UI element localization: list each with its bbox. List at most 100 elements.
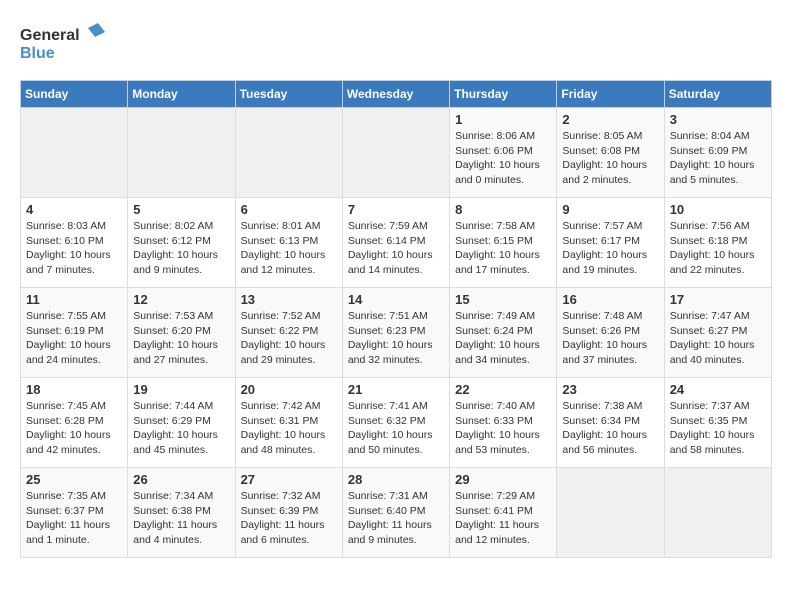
calendar-cell: 9 Sunrise: 7:57 AM Sunset: 6:17 PM Daylig… [557,198,664,288]
day-number: 13 [241,292,337,307]
header-day-saturday: Saturday [664,81,771,108]
calendar-week-3: 11Sunrise: 7:55 AM Sunset: 6:19 PM Dayli… [21,288,772,378]
calendar-cell: 29 Sunrise: 7:29 AM Sunset: 6:41 PM Dayli… [450,468,557,558]
day-info: Sunrise: 7:42 AM Sunset: 6:31 PM Dayligh… [241,399,337,458]
day-number: 8 [455,202,551,217]
calendar-cell: 8 Sunrise: 7:58 AM Sunset: 6:15 PM Daylig… [450,198,557,288]
day-number: 18 [26,382,122,397]
calendar-table: SundayMondayTuesdayWednesdayThursdayFrid… [20,80,772,558]
header-day-tuesday: Tuesday [235,81,342,108]
calendar-cell: 7 Sunrise: 7:59 AM Sunset: 6:14 PM Daylig… [342,198,449,288]
calendar-cell: 28 Sunrise: 7:31 AM Sunset: 6:40 PM Dayli… [342,468,449,558]
day-number: 9 [562,202,658,217]
calendar-cell: 24 Sunrise: 7:37 AM Sunset: 6:35 PM Dayli… [664,378,771,468]
header-day-sunday: Sunday [21,81,128,108]
day-info: Sunrise: 8:06 AM Sunset: 6:06 PM Dayligh… [455,129,551,188]
calendar-week-5: 25Sunrise: 7:35 AM Sunset: 6:37 PM Dayli… [21,468,772,558]
day-number: 14 [348,292,444,307]
calendar-header: SundayMondayTuesdayWednesdayThursdayFrid… [21,81,772,108]
calendar-cell: 20 Sunrise: 7:42 AM Sunset: 6:31 PM Dayli… [235,378,342,468]
day-number: 24 [670,382,766,397]
logo-icon: General Blue [20,20,110,65]
day-number: 7 [348,202,444,217]
day-info: Sunrise: 7:34 AM Sunset: 6:38 PM Dayligh… [133,489,229,548]
calendar-week-4: 18 Sunrise: 7:45 AM Sunset: 6:28 PM Dayli… [21,378,772,468]
day-info: Sunrise: 7:48 AM Sunset: 6:26 PM Dayligh… [562,309,658,368]
day-number: 10 [670,202,766,217]
day-number: 16 [562,292,658,307]
day-number: 1 [455,112,551,127]
day-number: 27 [241,472,337,487]
day-info: Sunrise: 7:45 AM Sunset: 6:28 PM Dayligh… [26,399,122,458]
day-info: Sunrise: 8:05 AM Sunset: 6:08 PM Dayligh… [562,129,658,188]
calendar-cell: 5 Sunrise: 8:02 AM Sunset: 6:12 PM Daylig… [128,198,235,288]
day-info: Sunrise: 7:37 AM Sunset: 6:35 PM Dayligh… [670,399,766,458]
calendar-week-2: 4 Sunrise: 8:03 AM Sunset: 6:10 PM Daylig… [21,198,772,288]
calendar-cell: 1 Sunrise: 8:06 AM Sunset: 6:06 PM Daylig… [450,108,557,198]
calendar-cell: 21Sunrise: 7:41 AM Sunset: 6:32 PM Dayli… [342,378,449,468]
day-number: 22 [455,382,551,397]
day-number: 15 [455,292,551,307]
day-info: Sunrise: 8:02 AM Sunset: 6:12 PM Dayligh… [133,219,229,278]
calendar-cell: 13 Sunrise: 7:52 AM Sunset: 6:22 PM Dayli… [235,288,342,378]
day-info: Sunrise: 7:57 AM Sunset: 6:17 PM Dayligh… [562,219,658,278]
day-info: Sunrise: 8:04 AM Sunset: 6:09 PM Dayligh… [670,129,766,188]
day-info: Sunrise: 7:29 AM Sunset: 6:41 PM Dayligh… [455,489,551,548]
day-info: Sunrise: 7:38 AM Sunset: 6:34 PM Dayligh… [562,399,658,458]
day-number: 6 [241,202,337,217]
day-number: 26 [133,472,229,487]
calendar-cell: 23Sunrise: 7:38 AM Sunset: 6:34 PM Dayli… [557,378,664,468]
calendar-cell [235,108,342,198]
calendar-cell [557,468,664,558]
calendar-cell: 3 Sunrise: 8:04 AM Sunset: 6:09 PM Daylig… [664,108,771,198]
day-number: 29 [455,472,551,487]
calendar-body: 1 Sunrise: 8:06 AM Sunset: 6:06 PM Daylig… [21,108,772,558]
day-info: Sunrise: 7:56 AM Sunset: 6:18 PM Dayligh… [670,219,766,278]
calendar-cell [342,108,449,198]
day-number: 12 [133,292,229,307]
day-info: Sunrise: 7:59 AM Sunset: 6:14 PM Dayligh… [348,219,444,278]
day-info: Sunrise: 7:52 AM Sunset: 6:22 PM Dayligh… [241,309,337,368]
day-info: Sunrise: 7:47 AM Sunset: 6:27 PM Dayligh… [670,309,766,368]
day-info: Sunrise: 8:03 AM Sunset: 6:10 PM Dayligh… [26,219,122,278]
calendar-cell: 4 Sunrise: 8:03 AM Sunset: 6:10 PM Daylig… [21,198,128,288]
calendar-cell: 22 Sunrise: 7:40 AM Sunset: 6:33 PM Dayli… [450,378,557,468]
calendar-cell: 12 Sunrise: 7:53 AM Sunset: 6:20 PM Dayli… [128,288,235,378]
header-day-monday: Monday [128,81,235,108]
day-number: 11 [26,292,122,307]
calendar-week-1: 1 Sunrise: 8:06 AM Sunset: 6:06 PM Daylig… [21,108,772,198]
day-number: 25 [26,472,122,487]
calendar-cell [21,108,128,198]
calendar-cell: 16 Sunrise: 7:48 AM Sunset: 6:26 PM Dayli… [557,288,664,378]
calendar-cell: 6Sunrise: 8:01 AM Sunset: 6:13 PM Daylig… [235,198,342,288]
day-info: Sunrise: 7:31 AM Sunset: 6:40 PM Dayligh… [348,489,444,548]
logo-content: General Blue [20,20,110,70]
calendar-cell: 14 Sunrise: 7:51 AM Sunset: 6:23 PM Dayli… [342,288,449,378]
header: General Blue [20,20,772,70]
day-info: Sunrise: 7:40 AM Sunset: 6:33 PM Dayligh… [455,399,551,458]
day-number: 19 [133,382,229,397]
calendar-cell: 17 Sunrise: 7:47 AM Sunset: 6:27 PM Dayli… [664,288,771,378]
calendar-cell: 15Sunrise: 7:49 AM Sunset: 6:24 PM Dayli… [450,288,557,378]
calendar-cell: 2 Sunrise: 8:05 AM Sunset: 6:08 PM Daylig… [557,108,664,198]
day-info: Sunrise: 7:58 AM Sunset: 6:15 PM Dayligh… [455,219,551,278]
svg-text:General: General [20,27,80,44]
header-day-thursday: Thursday [450,81,557,108]
day-info: Sunrise: 7:41 AM Sunset: 6:32 PM Dayligh… [348,399,444,458]
logo: General Blue [20,20,110,70]
header-day-wednesday: Wednesday [342,81,449,108]
calendar-cell: 19 Sunrise: 7:44 AM Sunset: 6:29 PM Dayli… [128,378,235,468]
day-number: 20 [241,382,337,397]
calendar-cell: 27 Sunrise: 7:32 AM Sunset: 6:39 PM Dayli… [235,468,342,558]
day-info: Sunrise: 7:51 AM Sunset: 6:23 PM Dayligh… [348,309,444,368]
calendar-cell: 10 Sunrise: 7:56 AM Sunset: 6:18 PM Dayli… [664,198,771,288]
day-number: 3 [670,112,766,127]
day-info: Sunrise: 7:44 AM Sunset: 6:29 PM Dayligh… [133,399,229,458]
day-info: Sunrise: 7:53 AM Sunset: 6:20 PM Dayligh… [133,309,229,368]
day-number: 17 [670,292,766,307]
day-info: Sunrise: 7:32 AM Sunset: 6:39 PM Dayligh… [241,489,337,548]
day-number: 5 [133,202,229,217]
day-number: 4 [26,202,122,217]
day-number: 28 [348,472,444,487]
day-number: 2 [562,112,658,127]
